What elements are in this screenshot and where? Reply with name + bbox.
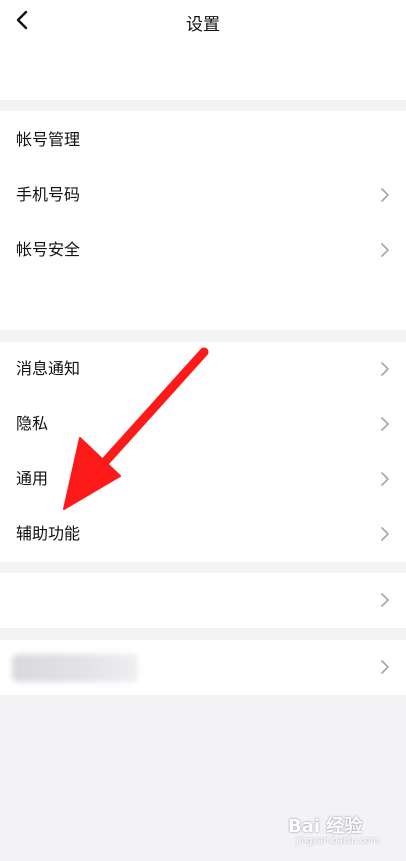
about-group	[0, 640, 406, 695]
account-group: 帐号管理 手机号码 帐号安全	[0, 111, 406, 330]
chevron-right-icon	[380, 471, 390, 487]
chevron-right-icon	[380, 361, 390, 377]
settings-item-about[interactable]	[0, 640, 406, 695]
settings-item-label: 通用	[16, 469, 49, 488]
settings-item-label: 帐号安全	[16, 240, 81, 259]
chevron-right-icon	[380, 592, 390, 608]
settings-item-label: 消息通知	[16, 359, 81, 378]
top-bar: 设置	[0, 0, 406, 100]
watermark-logo: Bai 经验 jingyan.baidu.com	[286, 806, 398, 852]
settings-item-account-security[interactable]: 帐号安全	[0, 223, 406, 278]
watermark-text: Bai 经验	[288, 816, 363, 837]
blurred-label	[12, 654, 138, 682]
page-title: 设置	[186, 15, 220, 35]
settings-item-account-management[interactable]: 帐号管理	[0, 113, 406, 168]
chevron-right-icon	[380, 242, 390, 258]
general-group: 消息通知 隐私 通用 辅助功能	[0, 342, 406, 562]
settings-item-label: 隐私	[16, 414, 49, 433]
settings-item-unlabeled[interactable]	[0, 573, 406, 628]
misc-group	[0, 573, 406, 628]
settings-item-notifications[interactable]: 消息通知	[0, 342, 406, 397]
settings-item-privacy[interactable]: 隐私	[0, 397, 406, 452]
settings-item-phone-number[interactable]: 手机号码	[0, 168, 406, 223]
chevron-right-icon	[380, 416, 390, 432]
chevron-right-icon	[380, 187, 390, 203]
chevron-right-icon	[380, 659, 390, 675]
settings-item-label: 手机号码	[16, 185, 81, 204]
settings-item-label: 辅助功能	[16, 524, 81, 543]
chevron-right-icon	[380, 526, 390, 542]
watermark-sub: jingyan.baidu.com	[296, 836, 380, 846]
settings-item-accessibility[interactable]: 辅助功能	[0, 507, 406, 562]
settings-item-general[interactable]: 通用	[0, 452, 406, 507]
settings-item-label: 帐号管理	[16, 130, 81, 149]
